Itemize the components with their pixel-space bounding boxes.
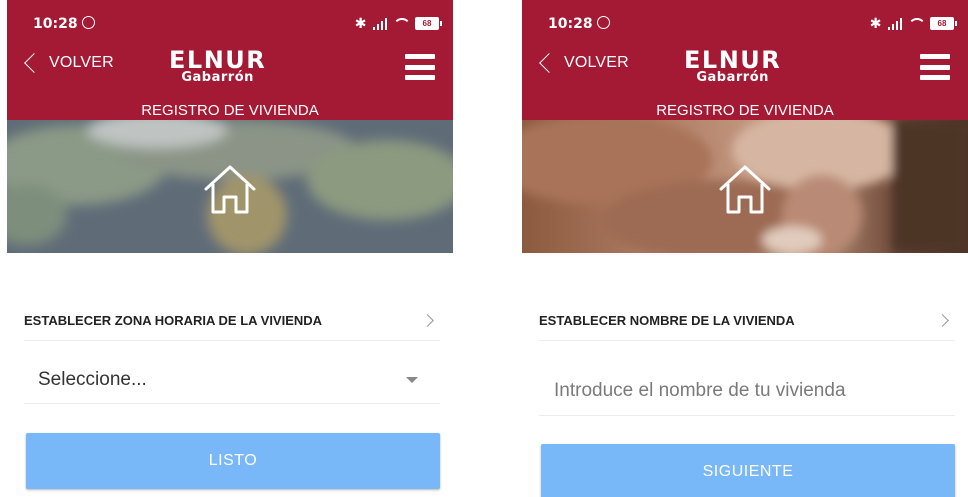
chevron-right-icon: [936, 313, 949, 327]
chevron-right-icon: [421, 313, 434, 327]
wifi-icon: [393, 17, 409, 30]
wifi-icon: [908, 17, 924, 30]
section-label: ESTABLECER NOMBRE DE LA VIVIENDA: [539, 312, 795, 328]
page-title: REGISTRO DE VIVIENDA: [141, 102, 319, 119]
hamburger-menu-icon[interactable]: [405, 54, 435, 80]
signal-icon: [372, 17, 387, 30]
banner-world-map-image: [7, 120, 453, 253]
home-icon: [204, 165, 256, 214]
screen-home-name: 10:28 ✱ 68 VOLVER ELNUR Gabarrón REGISTR…: [522, 0, 968, 497]
logo-sub: Gabarrón: [696, 70, 769, 85]
battery-icon: 68: [415, 17, 442, 30]
home-icon: [719, 165, 771, 214]
logo-sub: Gabarrón: [181, 70, 254, 85]
status-time: 10:28: [548, 16, 593, 32]
elnur-logo: ELNUR Gabarrón: [684, 46, 782, 85]
caret-down-icon: [406, 377, 418, 383]
bluetooth-icon: ✱: [869, 15, 882, 31]
screen-timezone: 10:28 ✱ 68 VOLVER ELNUR Gabarrón REGISTR…: [7, 0, 453, 497]
back-button[interactable]: VOLVER: [538, 53, 629, 73]
select-value: Seleccione...: [38, 369, 147, 390]
back-label: VOLVER: [564, 54, 629, 71]
chevron-left-icon: [24, 53, 44, 73]
section-home-name-header[interactable]: ESTABLECER NOMBRE DE LA VIVIENDA: [539, 300, 955, 341]
siguiente-button[interactable]: SIGUIENTE: [541, 444, 955, 497]
hamburger-menu-icon[interactable]: [920, 54, 950, 80]
alarm-icon: [82, 16, 95, 29]
logo-main: ELNUR: [684, 46, 782, 74]
back-button[interactable]: VOLVER: [23, 53, 114, 73]
status-time: 10:28: [33, 16, 78, 32]
listo-button[interactable]: LISTO: [26, 433, 440, 489]
banner-photo-image: [522, 120, 968, 253]
battery-icon: 68: [930, 17, 957, 30]
alarm-icon: [597, 16, 610, 29]
back-label: VOLVER: [49, 54, 114, 71]
app-header: 10:28 ✱ 68 VOLVER ELNUR Gabarrón REGISTR…: [522, 0, 968, 120]
logo-main: ELNUR: [169, 46, 267, 74]
bluetooth-icon: ✱: [354, 15, 367, 31]
signal-icon: [887, 17, 902, 30]
timezone-select[interactable]: Seleccione...: [24, 357, 440, 404]
home-name-input[interactable]: [539, 366, 955, 416]
section-timezone-header[interactable]: ESTABLECER ZONA HORARIA DE LA VIVIENDA: [24, 300, 440, 341]
page-title: REGISTRO DE VIVIENDA: [656, 102, 834, 119]
elnur-logo: ELNUR Gabarrón: [169, 46, 267, 85]
app-header: 10:28 ✱ 68 VOLVER ELNUR Gabarrón REGISTR…: [7, 0, 453, 120]
section-label: ESTABLECER ZONA HORARIA DE LA VIVIENDA: [24, 312, 323, 328]
chevron-left-icon: [539, 53, 559, 73]
status-icons: ✱ 68: [354, 15, 442, 32]
status-icons: ✱ 68: [869, 15, 957, 32]
